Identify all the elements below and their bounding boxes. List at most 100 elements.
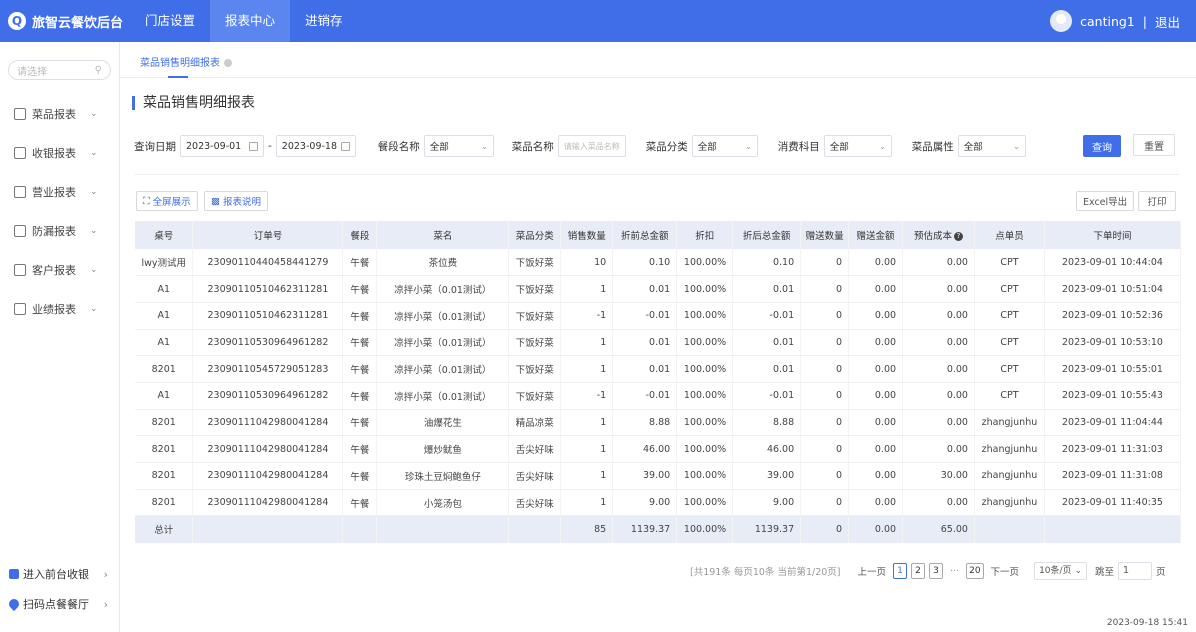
cell-post-discount: 0.01 (732, 355, 802, 383)
excel-export-button[interactable]: Excel导出 (1076, 191, 1135, 211)
avatar[interactable] (1050, 10, 1073, 32)
table-row: 8201 23090111042980041284 午餐 爆炒鱿鱼 舌尖好味 1 46.00… (135, 435, 1182, 463)
cell-post-discount: 8.88 (732, 409, 802, 437)
cell-category: 下饭好菜 (508, 275, 562, 303)
chevron-down-icon: ⌄ (90, 147, 98, 158)
segment-select[interactable]: 全部 ⌄ (423, 135, 494, 157)
cell-order-no: 23090110510462311281 (192, 275, 344, 303)
th-table-no[interactable]: 桌号 (135, 221, 194, 249)
pagination-info: [共191条 每页10条 当前第1/20页] (690, 567, 841, 578)
total-empty (342, 515, 378, 543)
page-button-1[interactable]: 1 (893, 563, 908, 579)
th-order-time[interactable]: 下单时间 (1044, 221, 1182, 249)
report-explain-button[interactable]: ▩ 报表说明 (204, 191, 268, 211)
page-button-last[interactable]: 20 (966, 563, 984, 579)
page-button-2[interactable]: 2 (911, 563, 926, 579)
th-estimated-cost[interactable]: 预估成本? (902, 221, 975, 249)
cell-dish-name: 凉拌小菜（0.01测试） (376, 382, 510, 410)
cell-estimated-cost: 0.00 (902, 435, 975, 463)
enter-cashier-link[interactable]: 进入前台收银 › (0, 564, 120, 584)
main-content: 菜品销售明细报表 查询日期 2023-09-01 - 2023-09-18 餐段… (120, 78, 1196, 632)
cell-order-no: 23090110510462311281 (192, 302, 344, 330)
user-name[interactable]: canting1 (1080, 14, 1135, 29)
dish-name-input[interactable]: 请输入菜品名称 (557, 135, 626, 157)
date-end-input[interactable]: 2023-09-18 (275, 135, 356, 157)
category-select[interactable]: 全部 ⌄ (691, 135, 758, 157)
cell-order-no: 23090111042980041284 (192, 435, 344, 463)
total-label: 总计 (135, 515, 194, 543)
attribute-select[interactable]: 全部 ⌄ (957, 135, 1026, 157)
cell-discount: 100.00% (676, 409, 734, 437)
th-discount[interactable]: 折扣 (676, 221, 734, 249)
top-bar: Q 旅智云餐饮后台 门店设置 报表中心 进销存 canting1 | 退出 (0, 0, 1196, 42)
th-gift-amount[interactable]: 赠送金额 (848, 221, 904, 249)
dish-name-placeholder: 请输入菜品名称 (563, 141, 620, 151)
print-button[interactable]: 打印 (1138, 191, 1176, 211)
topnav-inventory[interactable]: 进销存 (290, 0, 358, 42)
th-post-discount[interactable]: 折后总金额 (732, 221, 802, 249)
cell-segment: 午餐 (342, 409, 378, 437)
cell-gift-qty: 0 (800, 355, 850, 383)
sidebar-item-leak-report[interactable]: 防漏报表 ⌄ (0, 211, 119, 250)
fullscreen-button[interactable]: ⛶ 全屏展示 (136, 191, 198, 211)
tab-dish-sales-detail[interactable]: 菜品销售明细报表 (140, 54, 232, 69)
cell-dish-name: 茶位费 (376, 249, 510, 277)
sidebar-item-customer-report[interactable]: 客户报表 ⌄ (0, 250, 119, 289)
pagination: [共191条 每页10条 当前第1/20页] 上一页 1 2 3 ··· 20 … (690, 562, 1166, 580)
th-order-taker[interactable]: 点单员 (974, 221, 1045, 249)
query-button[interactable]: 查询 (1083, 135, 1121, 157)
jump-page-input[interactable]: 1 (1118, 562, 1152, 580)
dish-name-label: 菜品名称 (511, 140, 554, 153)
cell-estimated-cost: 0.00 (902, 302, 975, 330)
sidebar-search-placeholder: 请选择 (17, 66, 47, 78)
cell-category: 舌尖好味 (508, 435, 562, 463)
cell-segment: 午餐 (342, 435, 378, 463)
page-size-select[interactable]: 10条/页 ⌄ (1034, 562, 1087, 580)
sidebar-item-business-report[interactable]: 营业报表 ⌄ (0, 172, 119, 211)
cell-table-no: A1 (135, 275, 194, 303)
scan-order-link[interactable]: 扫码点餐餐厅 › (0, 594, 120, 614)
cell-order-no: 23090110530964961282 (192, 329, 344, 357)
cell-category: 下饭好菜 (508, 329, 562, 357)
sidebar-item-cashier-report[interactable]: 收银报表 ⌄ (0, 133, 119, 172)
cell-order-no: 23090111042980041284 (192, 489, 344, 517)
date-start-input[interactable]: 2023-09-01 (180, 135, 264, 157)
th-dish-name[interactable]: 菜名 (376, 221, 510, 249)
cell-gift-qty: 0 (800, 489, 850, 517)
prev-page-button[interactable]: 上一页 (858, 564, 887, 578)
th-segment[interactable]: 餐段 (342, 221, 378, 249)
cell-order-time: 2023-09-01 11:31:08 (1044, 462, 1182, 490)
logout-link[interactable]: 退出 (1155, 12, 1180, 31)
th-sales-qty[interactable]: 销售数量 (560, 221, 614, 249)
cell-pre-discount: 0.01 (612, 275, 678, 303)
th-gift-qty[interactable]: 赠送数量 (800, 221, 850, 249)
th-order-no[interactable]: 订单号 (192, 221, 344, 249)
total-empty (974, 515, 1045, 543)
reset-button[interactable]: 重置 (1133, 134, 1175, 156)
cell-order-taker: CPT (974, 382, 1045, 410)
sidebar-item-performance-report[interactable]: 业绩报表 ⌄ (0, 289, 119, 328)
table-row: A1 23090110530964961282 午餐 凉拌小菜（0.01测试） 下饭好菜… (135, 382, 1182, 410)
cell-post-discount: 0.01 (732, 329, 802, 357)
logo[interactable]: Q 旅智云餐饮后台 (0, 12, 130, 31)
cell-table-no: lwy测试用 (135, 249, 194, 277)
topnav-store-settings[interactable]: 门店设置 (130, 0, 210, 42)
subject-select[interactable]: 全部 ⌄ (823, 135, 892, 157)
cell-dish-name: 珍珠土豆焖鲍鱼仔 (376, 462, 510, 490)
sidebar-item-dish-report[interactable]: 菜品报表 ⌄ (0, 94, 119, 133)
cell-post-discount: 39.00 (732, 462, 802, 490)
th-pre-discount[interactable]: 折前总金额 (612, 221, 678, 249)
cell-gift-amount: 0.00 (848, 355, 904, 383)
page-button-3[interactable]: 3 (929, 563, 944, 579)
cell-discount: 100.00% (676, 382, 734, 410)
help-icon[interactable]: ? (954, 232, 963, 241)
sidebar-search-input[interactable]: 请选择 ⚲ (8, 60, 111, 80)
cell-category: 下饭好菜 (508, 249, 562, 277)
cell-pre-discount: -0.01 (612, 302, 678, 330)
th-category[interactable]: 菜品分类 (508, 221, 562, 249)
topnav-report-center[interactable]: 报表中心 (210, 0, 291, 42)
cell-order-taker: CPT (974, 275, 1045, 303)
next-page-button[interactable]: 下一页 (991, 564, 1020, 578)
tab-close-icon[interactable] (224, 59, 232, 67)
sidebar-item-label: 收银报表 (32, 146, 76, 160)
